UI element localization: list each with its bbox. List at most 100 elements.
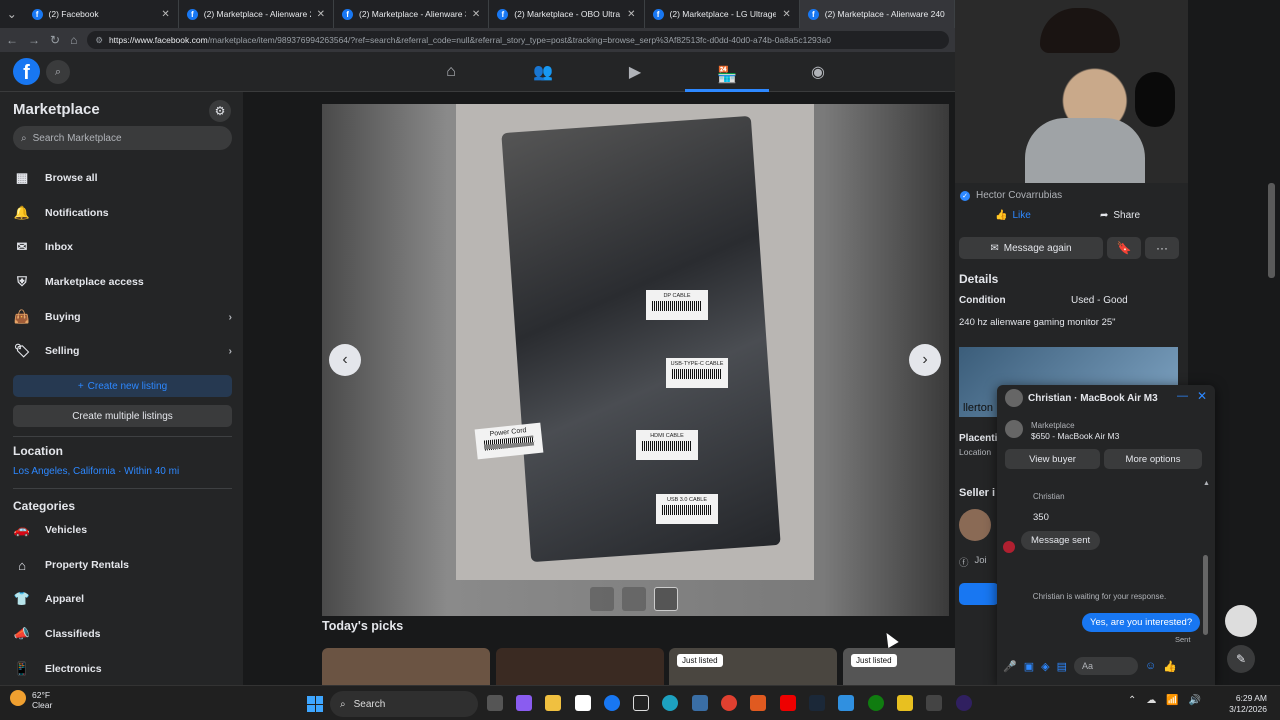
message-input[interactable]: Aa: [1073, 657, 1138, 675]
gear-icon[interactable]: ⚙: [209, 100, 231, 122]
windows-start-icon[interactable]: [307, 696, 323, 712]
mail-icon[interactable]: [575, 695, 591, 711]
task-view-icon[interactable]: [487, 695, 503, 711]
chat-head-avatar[interactable]: [1225, 605, 1257, 637]
wifi-icon[interactable]: 📶: [1166, 695, 1178, 706]
sidebar-item-notifications[interactable]: 🔔 Notifications: [13, 199, 232, 227]
close-tab-icon[interactable]: ✕: [161, 9, 169, 20]
close-tab-icon[interactable]: ✕: [472, 9, 480, 20]
view-buyer-button[interactable]: View buyer: [1005, 449, 1100, 469]
message-again-button[interactable]: ✉ Message again: [959, 237, 1103, 259]
xbox-icon[interactable]: [868, 695, 884, 711]
url-input[interactable]: ⚙ https://www.facebook.com/marketplace/i…: [87, 31, 949, 49]
sticky-notes-icon[interactable]: [897, 695, 913, 711]
chevron-up-icon[interactable]: ⌃: [1128, 695, 1136, 706]
app-icon[interactable]: [838, 695, 854, 711]
create-multiple-listings-button[interactable]: Create multiple listings: [13, 405, 232, 427]
groups-nav-icon[interactable]: ◉: [798, 60, 838, 84]
category-classifieds[interactable]: 📣 Classifieds: [13, 620, 232, 648]
forward-arrow-icon[interactable]: →: [28, 33, 40, 47]
sidebar-item-selling[interactable]: 🏷 Selling ›: [13, 337, 232, 365]
minimize-icon[interactable]: —: [1177, 390, 1188, 402]
sidebar-item-marketplace-access[interactable]: ⛨ Marketplace access: [13, 268, 232, 296]
microphone-icon[interactable]: 🎤: [1003, 660, 1017, 673]
seller-action-button[interactable]: [959, 583, 999, 605]
search-icon[interactable]: ⌕: [46, 60, 70, 84]
create-new-listing-button[interactable]: + Create new listing: [13, 375, 232, 397]
thumbs-up-icon[interactable]: 👍: [1163, 660, 1177, 673]
category-apparel[interactable]: 👕 Apparel: [13, 585, 232, 613]
close-tab-icon[interactable]: ✕: [782, 9, 790, 20]
copilot-icon[interactable]: [516, 695, 532, 711]
browser-tab[interactable]: f (2) Marketplace - Alienware 27 Al ✕: [179, 0, 335, 28]
emoji-icon[interactable]: ☺: [1145, 660, 1156, 672]
photo-thumbnail-selected[interactable]: [654, 587, 678, 611]
chat-scrollbar[interactable]: [1203, 555, 1208, 635]
youtube-icon[interactable]: [780, 695, 796, 711]
more-button[interactable]: ···: [1145, 237, 1179, 259]
search-placeholder: Search Marketplace: [32, 132, 122, 144]
seller-avatar[interactable]: [959, 509, 991, 541]
sidebar-item-browse-all[interactable]: ▦ Browse all: [13, 164, 232, 192]
new-message-button[interactable]: ✎: [1227, 645, 1255, 673]
facebook-icon[interactable]: [604, 695, 620, 711]
edge-icon[interactable]: [662, 695, 678, 711]
amazon-icon[interactable]: [633, 695, 649, 711]
friends-nav-icon[interactable]: 👥: [523, 60, 563, 84]
like-button[interactable]: 👍 Like: [995, 210, 1031, 221]
page-scrollbar[interactable]: [1268, 183, 1275, 278]
home-nav-icon[interactable]: ⌂: [431, 60, 471, 84]
site-info-icon[interactable]: ⚙: [95, 35, 103, 46]
taskbar-search[interactable]: ⌕ Search: [330, 691, 478, 717]
obs-icon[interactable]: [956, 695, 972, 711]
browser-tab-active[interactable]: f (2) Marketplace - Alienware 240: [799, 0, 956, 28]
listing-card[interactable]: [496, 648, 664, 685]
clock[interactable]: 6:29 AM 3/12/2026: [1222, 693, 1267, 715]
save-button[interactable]: 🔖: [1107, 237, 1141, 259]
volume-icon[interactable]: 🔊: [1189, 695, 1201, 706]
share-button[interactable]: ➦ Share: [1100, 210, 1140, 221]
browser-tab[interactable]: f (2) Facebook ✕: [24, 0, 179, 28]
close-tab-icon[interactable]: ✕: [627, 9, 635, 20]
seller-name-row[interactable]: ✓ Hector Covarrubias: [960, 190, 1062, 201]
home-icon[interactable]: ⌂: [70, 33, 77, 47]
adobe-icon[interactable]: [750, 695, 766, 711]
category-electronics[interactable]: 📱 Electronics: [13, 655, 232, 683]
tab-list-dropdown-icon[interactable]: ⌄: [0, 7, 24, 21]
sticker-icon[interactable]: ◈: [1041, 660, 1049, 673]
reload-icon[interactable]: ↻: [50, 33, 60, 47]
video-nav-icon[interactable]: ▶: [615, 60, 655, 84]
back-arrow-icon[interactable]: ←: [6, 33, 18, 47]
close-icon[interactable]: ✕: [1197, 389, 1207, 403]
file-explorer-icon[interactable]: [545, 695, 561, 711]
sidebar-item-inbox[interactable]: ✉ Inbox: [13, 233, 232, 261]
steam-icon[interactable]: [809, 695, 825, 711]
weather-widget[interactable]: 62°F Clear: [10, 690, 52, 710]
browser-tab[interactable]: f (2) Marketplace - OBO Ultra Gear ✕: [489, 0, 645, 28]
location-link[interactable]: Los Angeles, California · Within 40 mi: [13, 466, 179, 477]
search-input[interactable]: ⌕ Search Marketplace: [13, 126, 232, 150]
more-options-button[interactable]: More options: [1104, 449, 1202, 469]
category-property-rentals[interactable]: ⌂ Property Rentals: [13, 551, 232, 579]
my-message-bubble: Yes, are you interested?: [1082, 613, 1201, 632]
category-vehicles[interactable]: 🚗 Vehicles: [13, 516, 232, 544]
marketplace-nav-icon[interactable]: 🏪: [685, 60, 769, 92]
close-tab-icon[interactable]: ✕: [317, 9, 325, 20]
scroll-up-icon[interactable]: ▲: [1203, 480, 1210, 487]
previous-photo-button[interactable]: ‹: [329, 344, 361, 376]
browser-tab[interactable]: f (2) Marketplace - LG Ultragear | Fa ✕: [645, 0, 800, 28]
next-photo-button[interactable]: ›: [909, 344, 941, 376]
photo-thumbnail[interactable]: [590, 587, 614, 611]
app-icon[interactable]: [926, 695, 942, 711]
photo-thumbnail[interactable]: [622, 587, 646, 611]
chrome-icon[interactable]: [721, 695, 737, 711]
image-icon[interactable]: ▣: [1024, 660, 1034, 673]
listing-card[interactable]: Just listed: [669, 648, 837, 685]
gif-icon[interactable]: ▤: [1057, 660, 1067, 673]
calculator-icon[interactable]: [692, 695, 708, 711]
browser-tab[interactable]: f (2) Marketplace - Alienware 38" Al ✕: [334, 0, 490, 28]
listing-card[interactable]: [322, 648, 490, 685]
facebook-logo-icon[interactable]: f: [13, 58, 40, 85]
sidebar-item-buying[interactable]: 👜 Buying ›: [13, 303, 232, 331]
network-icon[interactable]: ☁: [1146, 695, 1156, 706]
